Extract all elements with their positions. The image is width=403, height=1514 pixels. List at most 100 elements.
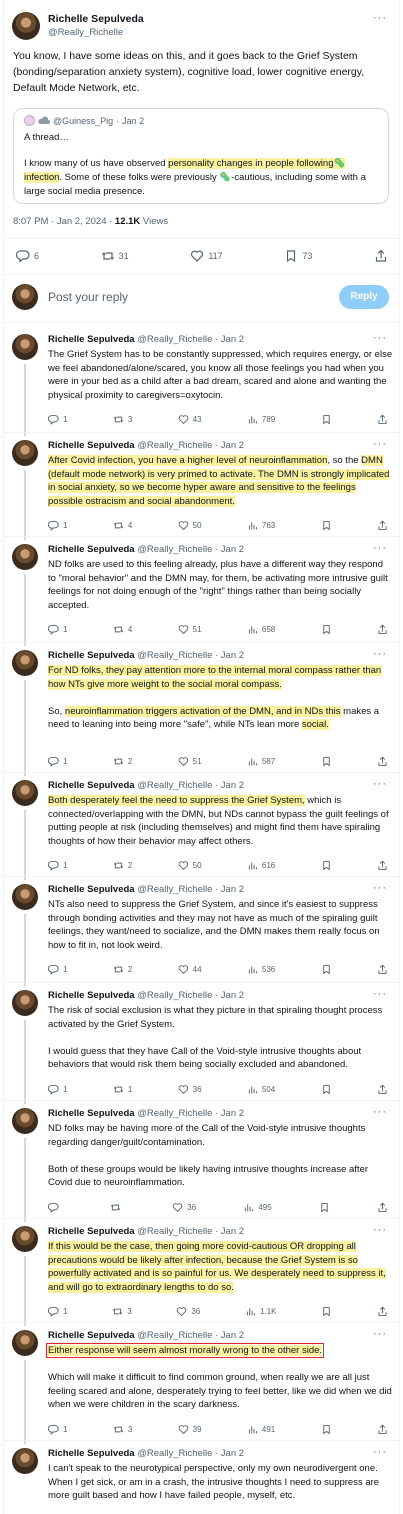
share-button[interactable] xyxy=(377,964,388,975)
bookmark-button[interactable] xyxy=(321,1084,332,1095)
share-button[interactable] xyxy=(377,624,388,635)
like-button[interactable]: 39 xyxy=(178,1424,202,1435)
author-handle[interactable]: @Really_Richelle xyxy=(48,27,123,38)
repost-button[interactable]: 4 xyxy=(113,520,132,531)
share-button[interactable] xyxy=(377,756,388,767)
author-avatar[interactable] xyxy=(12,440,38,466)
views-button[interactable]: 789 xyxy=(247,414,275,425)
reply-button[interactable]: 1 xyxy=(48,1306,67,1317)
author-name[interactable]: Richelle Sepulveda xyxy=(48,334,135,345)
bookmark-button[interactable] xyxy=(321,860,332,871)
reply-button[interactable] xyxy=(48,1202,63,1213)
repost-button[interactable] xyxy=(110,1202,125,1213)
repost-button[interactable]: 31 xyxy=(101,249,129,263)
views-button[interactable]: 504 xyxy=(247,1084,275,1095)
author-avatar[interactable] xyxy=(12,544,38,570)
author-handle-date[interactable]: @Really_Richelle · Jan 2 xyxy=(135,1448,244,1459)
author-avatar[interactable] xyxy=(12,1226,38,1252)
reply-button[interactable]: 6 xyxy=(16,249,39,263)
post-time[interactable]: 8:07 PM · Jan 2, 2024 · xyxy=(13,216,115,227)
repost-button[interactable]: 4 xyxy=(113,624,132,635)
bookmark-button[interactable] xyxy=(321,756,332,767)
reply-button[interactable]: 1 xyxy=(48,414,67,425)
like-button[interactable]: 36 xyxy=(172,1202,196,1213)
repost-button[interactable]: 3 xyxy=(112,1306,132,1317)
more-icon[interactable]: ··· xyxy=(373,542,387,554)
author-name[interactable]: Richelle Sepulveda xyxy=(48,13,144,25)
reply-button[interactable]: 1 xyxy=(48,964,67,975)
like-button[interactable]: 43 xyxy=(178,414,202,425)
like-button[interactable]: 51 xyxy=(178,756,202,767)
author-name[interactable]: Richelle Sepulveda xyxy=(48,650,135,661)
repost-button[interactable]: 2 xyxy=(113,964,132,975)
like-button[interactable]: 36 xyxy=(176,1306,200,1317)
repost-button[interactable]: 2 xyxy=(113,860,132,871)
author-name[interactable]: Richelle Sepulveda xyxy=(48,780,135,791)
author-handle-date[interactable]: @Really_Richelle · Jan 2 xyxy=(135,440,244,451)
author-handle-date[interactable]: @Really_Richelle · Jan 2 xyxy=(135,1330,244,1341)
more-icon[interactable]: ··· xyxy=(373,1446,387,1458)
author-name[interactable]: Richelle Sepulveda xyxy=(48,544,135,555)
more-icon[interactable]: ··· xyxy=(373,332,387,344)
bookmark-button[interactable] xyxy=(321,624,332,635)
author-handle-date[interactable]: @Really_Richelle · Jan 2 xyxy=(135,1226,244,1237)
more-icon[interactable]: ··· xyxy=(373,12,387,24)
more-icon[interactable]: ··· xyxy=(373,882,387,894)
author-name[interactable]: Richelle Sepulveda xyxy=(48,884,135,895)
author-name[interactable]: Richelle Sepulveda xyxy=(48,1226,135,1237)
views-button[interactable]: 1.1K xyxy=(245,1306,276,1317)
like-button[interactable]: 44 xyxy=(178,964,202,975)
like-button[interactable]: 51 xyxy=(178,624,202,635)
reply-input[interactable]: Post your reply xyxy=(48,290,128,304)
repost-button[interactable]: 3 xyxy=(113,414,132,425)
author-name[interactable]: Richelle Sepulveda xyxy=(48,1330,135,1341)
share-button[interactable] xyxy=(377,1306,388,1317)
author-handle-date[interactable]: @Really_Richelle · Jan 2 xyxy=(135,334,244,345)
author-avatar[interactable] xyxy=(12,650,38,676)
author-name[interactable]: Richelle Sepulveda xyxy=(48,1448,135,1459)
share-button[interactable] xyxy=(377,860,388,871)
author-name[interactable]: Richelle Sepulveda xyxy=(48,990,135,1001)
like-button[interactable]: 50 xyxy=(178,520,202,531)
more-icon[interactable]: ··· xyxy=(373,1106,387,1118)
author-handle-date[interactable]: @Really_Richelle · Jan 2 xyxy=(135,780,244,791)
reply-submit-button[interactable]: Reply xyxy=(339,285,389,309)
author-name[interactable]: Richelle Sepulveda xyxy=(48,1108,135,1119)
share-button[interactable] xyxy=(374,249,388,263)
share-button[interactable] xyxy=(377,520,388,531)
author-avatar[interactable] xyxy=(12,1330,38,1356)
more-icon[interactable]: ··· xyxy=(373,648,387,660)
my-avatar[interactable] xyxy=(12,284,38,310)
bookmark-button[interactable] xyxy=(321,520,332,531)
more-icon[interactable]: ··· xyxy=(373,988,387,1000)
author-handle-date[interactable]: @Really_Richelle · Jan 2 xyxy=(135,884,244,895)
author-avatar[interactable] xyxy=(12,1448,38,1474)
views-button[interactable]: 495 xyxy=(243,1202,272,1213)
reply-button[interactable]: 1 xyxy=(48,1084,67,1095)
reply-button[interactable]: 1 xyxy=(48,520,67,531)
author-avatar[interactable] xyxy=(12,12,40,40)
views-button[interactable]: 616 xyxy=(247,860,275,871)
more-icon[interactable]: ··· xyxy=(373,1328,387,1340)
author-handle-date[interactable]: @Really_Richelle · Jan 2 xyxy=(135,650,244,661)
author-handle-date[interactable]: @Really_Richelle · Jan 2 xyxy=(135,990,244,1001)
views-button[interactable]: 491 xyxy=(247,1424,275,1435)
repost-button[interactable]: 1 xyxy=(113,1084,132,1095)
bookmark-button[interactable] xyxy=(321,1424,332,1435)
reply-button[interactable]: 1 xyxy=(48,860,67,871)
reply-button[interactable]: 1 xyxy=(48,756,67,767)
author-avatar[interactable] xyxy=(12,990,38,1016)
repost-button[interactable]: 3 xyxy=(113,1424,132,1435)
views-button[interactable]: 587 xyxy=(247,756,275,767)
bookmark-button[interactable]: 73 xyxy=(284,249,312,263)
bookmark-button[interactable] xyxy=(321,1306,332,1317)
reply-button[interactable]: 1 xyxy=(48,1424,67,1435)
author-avatar[interactable] xyxy=(12,780,38,806)
more-icon[interactable]: ··· xyxy=(373,778,387,790)
more-icon[interactable]: ··· xyxy=(373,1224,387,1236)
share-button[interactable] xyxy=(377,1084,388,1095)
share-button[interactable] xyxy=(377,1424,388,1435)
author-avatar[interactable] xyxy=(12,334,38,360)
repost-button[interactable]: 2 xyxy=(113,756,132,767)
share-button[interactable] xyxy=(377,414,388,425)
